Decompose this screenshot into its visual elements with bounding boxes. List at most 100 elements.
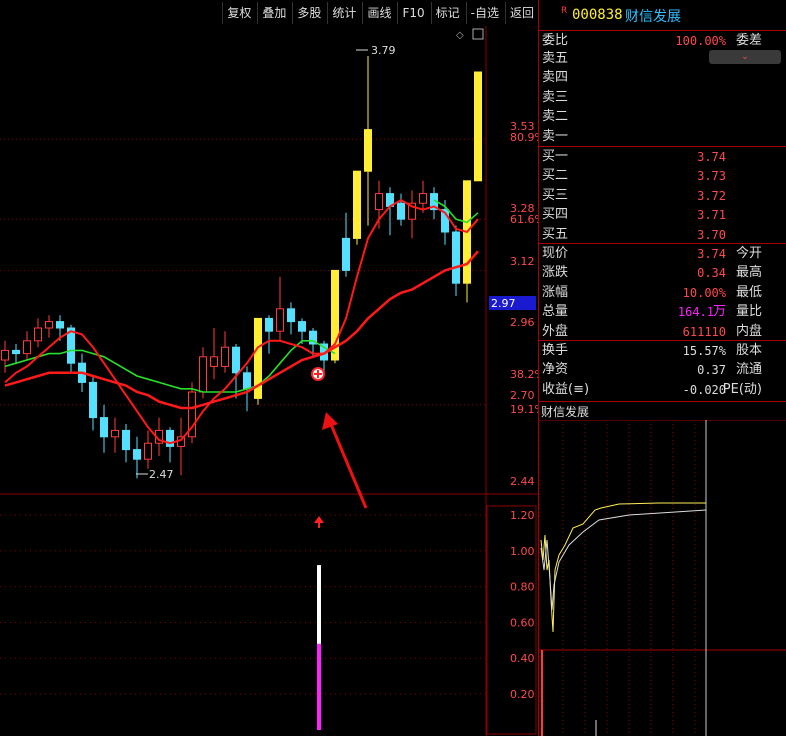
quote-label2: 最低 — [735, 284, 762, 300]
small-arrow-icon — [314, 516, 324, 523]
volume-bar-magenta — [317, 643, 321, 730]
buy-label: 买一 — [542, 149, 569, 164]
sell-row: 卖三 — [542, 89, 784, 107]
candle-body — [12, 349, 20, 355]
candle-body — [23, 340, 31, 355]
candle-body — [1, 349, 9, 361]
buy-value: 3.72 — [697, 188, 726, 203]
candle-body — [265, 317, 273, 332]
sell-label: 卖二 — [542, 109, 569, 125]
intraday-mini-chart[interactable] — [539, 420, 786, 736]
buy-row: 买一 3.74 — [542, 148, 784, 166]
candle-body — [452, 231, 460, 284]
toolbar-button-8[interactable]: 返回 — [504, 2, 538, 24]
sell-label: 卖五 — [542, 51, 569, 66]
quote-label: 总量 — [542, 304, 569, 320]
quote-row: 总量 万 164.1 量比 — [542, 303, 784, 321]
toolbar-button-1[interactable]: 叠加 — [257, 2, 290, 24]
volume-axis-label: 1.00 — [510, 545, 535, 558]
quote-value: 0.34 — [697, 266, 726, 281]
candle-body — [353, 170, 361, 239]
candle-body — [144, 442, 152, 460]
kline-chart[interactable]: ◇3.792.473.5380.9%3.2861.6%3.122.9638.2%… — [0, 26, 538, 736]
order-ratio-label: 委比 — [542, 33, 569, 48]
quote-value: 164.1 — [677, 305, 714, 320]
buy-row: 买三 3.72 — [542, 187, 784, 205]
price-axis-label: 2.70 — [510, 389, 535, 402]
stats-label: 收益(≡) — [542, 381, 590, 397]
buy-row: 买四 3.71 — [542, 206, 784, 224]
candle-body — [56, 321, 64, 329]
window-icon — [472, 28, 484, 40]
stats-label2: 股本 — [735, 343, 762, 358]
candle-body — [199, 356, 207, 393]
toolbar-button-2[interactable]: 多股 — [292, 2, 325, 24]
toolbar-button-6[interactable]: 标记 — [430, 2, 464, 24]
buy-row: 买五 3.70 — [542, 226, 784, 244]
volume-axis-label: 0.80 — [510, 581, 535, 594]
quote-value: 611110 — [682, 324, 726, 339]
quote-label: 涨跌 — [542, 265, 569, 281]
stock-code[interactable]: 000838 — [572, 7, 623, 23]
candle-body — [89, 381, 97, 419]
buy-value: 3.73 — [697, 169, 726, 184]
volume-axis-label: 0.60 — [510, 616, 535, 629]
stats-row: 换手 15.57% 股本 — [542, 342, 784, 360]
sell-label: 卖四 — [542, 70, 569, 86]
price-axis-label: 2.44 — [510, 475, 535, 488]
volume-bar-white — [317, 565, 321, 644]
order-diff-label: 委差 — [735, 33, 762, 48]
candle-body — [397, 202, 405, 220]
quote-row: 现价 3.74 今开 — [542, 245, 784, 263]
toolbar-button-4[interactable]: 画线 — [362, 2, 395, 24]
volume-axis-label: 0.40 — [510, 652, 535, 665]
quote-label: 外盘 — [542, 323, 569, 339]
price-axis-label: 38.2% — [510, 368, 538, 381]
stats-row: 净资 0.37 流通 — [542, 361, 784, 379]
order-ratio-row: 委比 100.00% 委差 — [542, 32, 784, 50]
candle-body — [133, 449, 141, 460]
ma-green-line — [4, 199, 479, 393]
candle-body — [122, 429, 130, 451]
stock-name[interactable]: 财信发展 — [625, 6, 681, 26]
stock-header: R 000838 财信发展 — [539, 0, 786, 30]
price-axis-label: 61.6% — [510, 213, 538, 226]
candle-body — [210, 356, 218, 367]
order-ratio-value: 100.00% — [675, 34, 726, 48]
toolbar-button-3[interactable]: 统计 — [327, 2, 360, 24]
quote-row: 涨幅 10.00% 最低 — [542, 284, 784, 302]
candle-body — [375, 193, 383, 211]
quote-label: 现价 — [542, 246, 569, 261]
mini-price-line — [540, 502, 706, 633]
toolbar-button-0[interactable]: 复权 — [222, 2, 255, 24]
price-axis-label: 80.9% — [510, 131, 538, 144]
candle-body — [276, 308, 284, 332]
quote-panel: R 000838 财信发展 委比 100.00% 委差 ⌄ 卖五 卖四 卖三 卖二 卖一… — [538, 0, 786, 736]
buy-value: 3.70 — [697, 227, 726, 242]
quote-row: 涨跌 0.34 最高 — [542, 264, 784, 282]
sell-row: 卖二 — [542, 108, 784, 126]
current-price-label: 2.97 — [491, 297, 516, 310]
toolbar-button-5[interactable]: F10 — [397, 2, 428, 24]
chart-toolbar: 复权 叠加 多股 统计 画线 F10 标记 -自选 返回 — [0, 0, 538, 26]
candle-body — [34, 327, 42, 342]
quote-label: 涨幅 — [542, 284, 569, 300]
volume-axis-label: 0.20 — [510, 688, 535, 701]
candle-body — [474, 71, 482, 182]
flag-badge: R — [561, 6, 568, 16]
candle-body — [221, 346, 229, 367]
mini-avg-line — [540, 509, 707, 611]
volume-axis-label: 1.20 — [510, 509, 535, 522]
stats-value: 15.57% — [682, 344, 726, 358]
sell-row: 卖五 — [542, 50, 784, 68]
high-label: 3.79 — [371, 44, 396, 57]
sell-label: 卖一 — [542, 128, 569, 144]
price-axis-label: 3.12 — [510, 255, 535, 268]
annotation-arrow — [328, 421, 368, 509]
stats-label: 净资 — [542, 362, 569, 378]
toolbar-button-7[interactable]: -自选 — [465, 2, 503, 24]
ma-red-line — [4, 198, 479, 445]
stats-value: -0.020 — [682, 382, 726, 397]
stats-row: 收益(≡) -0.020 PE(动) — [542, 381, 784, 399]
candle-body — [243, 372, 251, 390]
